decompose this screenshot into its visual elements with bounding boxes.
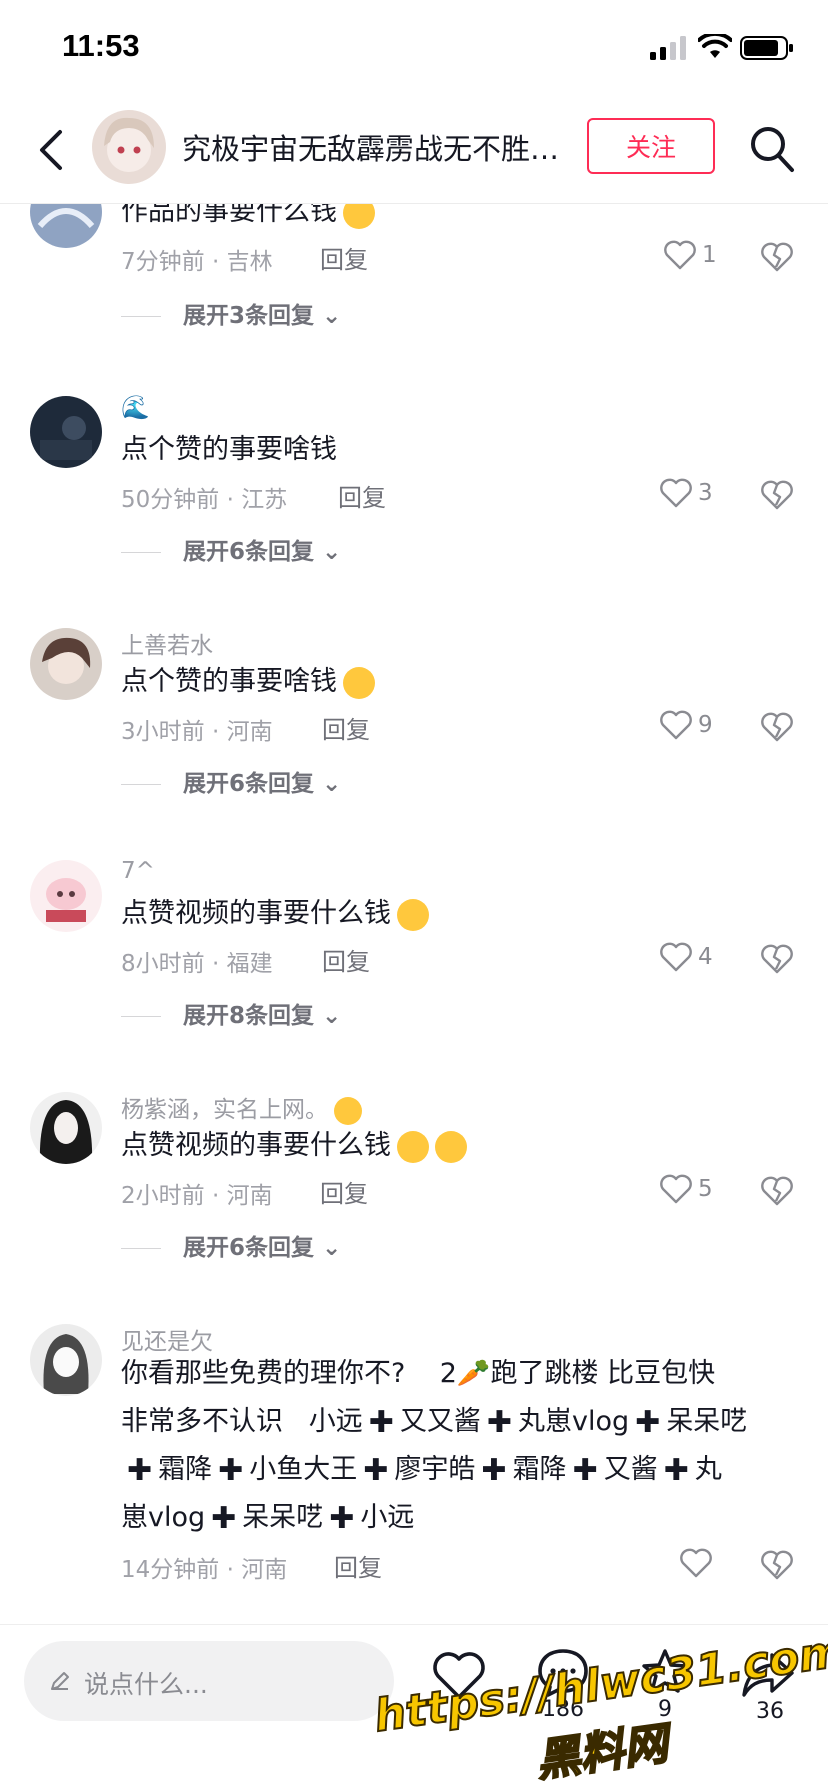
plus-icon: ✚: [572, 1452, 598, 1488]
comment-input[interactable]: 说点什么...: [24, 1641, 394, 1721]
like-count: 5: [698, 1176, 713, 1202]
expand-replies-button[interactable]: 展开6条回复 ⌄: [121, 1228, 341, 1262]
commenter-username[interactable]: 7^: [121, 858, 155, 884]
plus-icon: ✚: [481, 1452, 507, 1488]
search-icon[interactable]: [748, 124, 796, 174]
author-avatar[interactable]: [92, 110, 166, 184]
reply-button[interactable]: 回复: [320, 240, 368, 275]
plus-icon: ✚: [486, 1404, 513, 1440]
wifi-icon: [698, 34, 732, 58]
chevron-down-icon: ⌄: [322, 303, 342, 329]
like-button[interactable]: [680, 1546, 740, 1586]
commenter-avatar[interactable]: [30, 860, 102, 932]
like-count: 3: [698, 480, 713, 506]
like-count: 4: [698, 944, 713, 970]
chevron-down-icon: ⌄: [322, 1235, 342, 1261]
commenter-username[interactable]: 🌊: [121, 394, 150, 421]
commenter-avatar[interactable]: [30, 628, 102, 700]
follow-button[interactable]: 关注: [587, 118, 715, 174]
comment-meta: 14分钟前 · 河南: [121, 1557, 288, 1583]
comment-meta: 2小时前 · 河南: [121, 1183, 273, 1209]
plus-icon: ✚: [218, 1452, 244, 1488]
status-time: 11:53: [62, 28, 140, 63]
plus-icon: ✚: [368, 1404, 394, 1440]
comment-text: 作品的事要什么钱: [121, 204, 801, 236]
comment-input-placeholder: 说点什么...: [84, 1670, 208, 1699]
dizzy-face-emoji-icon: [343, 204, 375, 229]
like-button[interactable]: 4: [660, 940, 720, 980]
dislike-broken-heart-icon[interactable]: [760, 478, 794, 512]
commenter-avatar[interactable]: [30, 396, 102, 468]
comment-list: 作品的事要什么钱 7分钟前 · 吉林 回复 1 展开3条回复 ⌄ 🌊 点个赞的事…: [0, 204, 828, 1624]
expand-replies-button[interactable]: 展开6条回复 ⌄: [121, 764, 341, 798]
chevron-down-icon: ⌄: [322, 771, 342, 797]
dislike-broken-heart-icon[interactable]: [760, 1174, 794, 1208]
divider-line: [121, 1016, 161, 1017]
dislike-broken-heart-icon[interactable]: [760, 710, 794, 744]
commenter-avatar[interactable]: [30, 1092, 102, 1164]
top-nav-header: 究极宇宙无敌霹雳战无不胜世… 关注: [0, 96, 828, 204]
comment-meta: 7分钟前 · 吉林: [121, 249, 273, 275]
comment-meta: 3小时前 · 河南: [121, 719, 273, 745]
commenter-username[interactable]: 杨紫涵，实名上网。: [121, 1090, 362, 1125]
reply-button[interactable]: 回复: [320, 1174, 368, 1209]
comment-meta: 8小时前 · 福建: [121, 951, 273, 977]
like-button[interactable]: 1: [664, 238, 724, 278]
battery-icon: [740, 36, 793, 60]
cat-laughing-emoji-icon: [334, 1096, 362, 1125]
crying-face-emoji-icon: [397, 1130, 429, 1163]
like-count: 9: [698, 712, 713, 738]
author-name-title: 究极宇宙无敌霹雳战无不胜世…: [182, 132, 574, 166]
reply-button[interactable]: 回复: [322, 942, 370, 977]
heart-icon: [680, 1548, 712, 1578]
back-arrow-icon[interactable]: [30, 122, 74, 178]
comment-text: 点个赞的事要啥钱: [121, 658, 801, 706]
heart-icon: [660, 710, 692, 740]
heart-icon: [660, 478, 692, 508]
commenter-avatar[interactable]: [30, 204, 102, 248]
commenter-username[interactable]: 上善若水: [121, 626, 213, 660]
comment-text: 点赞视频的事要什么钱: [121, 1122, 801, 1170]
divider-line: [121, 1248, 161, 1249]
grinning-face-emoji-icon: [397, 898, 429, 931]
status-bar: 11:53: [0, 0, 828, 96]
pencil-icon: [51, 1672, 69, 1690]
like-count: 1: [702, 242, 717, 268]
divider-line: [121, 784, 161, 785]
cellular-signal-icon: [650, 36, 686, 60]
chevron-down-icon: ⌄: [322, 1003, 342, 1029]
heart-icon: [660, 1174, 692, 1204]
comment-meta: 50分钟前 · 江苏: [121, 487, 288, 513]
heart-icon: [660, 942, 692, 972]
reply-button[interactable]: 回复: [322, 710, 370, 745]
heart-icon: [664, 240, 696, 270]
chevron-down-icon: ⌄: [322, 539, 342, 565]
plus-icon: ✚: [363, 1452, 389, 1488]
reply-button[interactable]: 回复: [334, 1548, 382, 1583]
plus-icon: ✚: [127, 1452, 153, 1488]
expand-replies-button[interactable]: 展开8条回复 ⌄: [121, 996, 341, 1030]
divider-line: [121, 552, 161, 553]
dislike-broken-heart-icon[interactable]: [760, 240, 794, 274]
like-button[interactable]: 3: [660, 476, 720, 516]
comment-text: 点赞视频的事要什么钱: [121, 890, 801, 938]
dislike-broken-heart-icon[interactable]: [760, 942, 794, 976]
plus-icon: ✚: [635, 1404, 661, 1440]
comment-text: 你看那些免费的理你不? 2🥕跑了跳楼 比豆包快 非常多不认识 小远 ✚ 又又酱 ✚ 丸崽…: [121, 1358, 748, 1536]
laughing-tears-emoji-icon: [343, 666, 375, 699]
expand-replies-button[interactable]: 展开3条回复 ⌄: [121, 296, 341, 330]
plus-icon: ✚: [329, 1500, 355, 1536]
plus-icon: ✚: [211, 1500, 237, 1536]
like-button[interactable]: 5: [660, 1172, 720, 1212]
crying-face-emoji-icon: [435, 1130, 467, 1163]
comment-text: 点个赞的事要啥钱: [121, 434, 337, 465]
commenter-avatar[interactable]: [30, 1324, 102, 1396]
like-button[interactable]: 9: [660, 708, 720, 748]
expand-replies-button[interactable]: 展开6条回复 ⌄: [121, 532, 341, 566]
dislike-broken-heart-icon[interactable]: [760, 1548, 794, 1582]
carrot-emoji-icon: 🥕: [456, 1358, 491, 1389]
divider-line: [121, 316, 161, 317]
plus-icon: ✚: [663, 1452, 689, 1488]
reply-button[interactable]: 回复: [338, 478, 386, 513]
